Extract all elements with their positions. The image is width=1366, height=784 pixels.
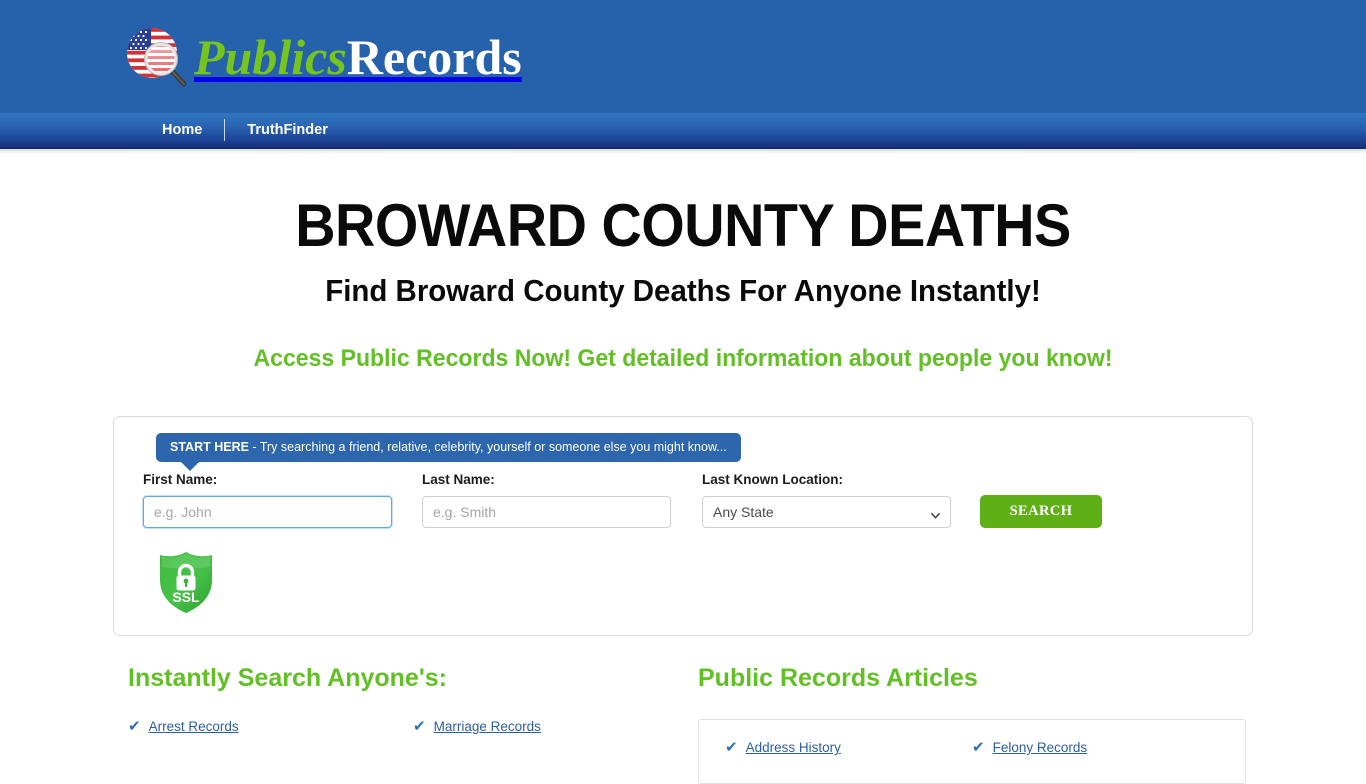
first-name-field-group: First Name:: [143, 472, 392, 528]
hero-section: BROWARD COUNTY DEATHS Find Broward Count…: [0, 154, 1366, 373]
location-select[interactable]: Any State: [702, 496, 951, 528]
tooltip-bold-label: START HERE: [170, 440, 249, 454]
last-name-label: Last Name:: [422, 472, 495, 487]
svg-text:SSL: SSL: [172, 589, 200, 605]
search-form: First Name: Last Name: Last Known Locati…: [143, 472, 1223, 528]
link-felony-records[interactable]: Felony Records: [993, 740, 1088, 755]
public-records-articles-section: Public Records Articles ✔ Address Histor…: [698, 664, 1246, 784]
nav-item-home[interactable]: Home: [140, 120, 224, 140]
us-flag-magnifier-icon: [122, 23, 190, 91]
main-navigation: Home TruthFinder: [0, 113, 1366, 149]
check-icon: ✔: [413, 718, 426, 735]
nav-item-truthfinder[interactable]: TruthFinder: [225, 120, 350, 140]
last-name-input[interactable]: [422, 496, 671, 528]
site-logo-text: PublicsRecords: [194, 32, 522, 82]
list-item[interactable]: ✔ Marriage Records: [413, 719, 698, 734]
page-title: BROWARD COUNTY DEATHS: [295, 192, 1071, 259]
location-field-group: Last Known Location: Any State: [702, 472, 951, 528]
first-name-input[interactable]: [143, 496, 392, 528]
logo-text-publics: Publics: [194, 29, 347, 85]
search-button[interactable]: SEARCH: [980, 495, 1102, 528]
instantly-search-links: ✔ Arrest Records ✔ Marriage Records: [128, 719, 698, 756]
instantly-search-section: Instantly Search Anyone's: ✔ Arrest Reco…: [128, 664, 698, 784]
nav-separator: [224, 119, 226, 141]
page-tagline: Access Public Records Now! Get detailed …: [253, 345, 1113, 373]
tooltip-rest-label: - Try searching a friend, relative, cele…: [248, 440, 727, 454]
first-name-label: First Name:: [143, 472, 218, 487]
location-label: Last Known Location:: [702, 472, 843, 487]
list-item[interactable]: ✔ Felony Records: [972, 740, 1219, 755]
articles-box: ✔ Address History ✔ Felony Records: [698, 719, 1246, 784]
ssl-shield-badge: SSL: [156, 550, 216, 616]
instantly-search-heading: Instantly Search Anyone's:: [128, 664, 447, 692]
articles-heading: Public Records Articles: [698, 664, 978, 692]
check-icon: ✔: [725, 739, 738, 756]
search-panel: START HERE - Try searching a friend, rel…: [113, 416, 1253, 636]
page-subtitle: Find Broward County Deaths For Anyone In…: [325, 273, 1041, 309]
location-select-wrap: Any State: [702, 496, 951, 528]
check-icon: ✔: [972, 739, 985, 756]
list-item[interactable]: ✔ Arrest Records: [128, 719, 413, 734]
start-here-tooltip: START HERE - Try searching a friend, rel…: [156, 433, 741, 471]
check-icon: ✔: [128, 718, 141, 735]
articles-links: ✔ Address History ✔ Felony Records: [725, 740, 1219, 777]
link-marriage-records[interactable]: Marriage Records: [434, 719, 541, 734]
site-logo[interactable]: PublicsRecords: [122, 18, 522, 96]
last-name-field-group: Last Name:: [422, 472, 671, 528]
link-arrest-records[interactable]: Arrest Records: [149, 719, 239, 734]
logo-text-records: Records: [346, 29, 522, 85]
site-header: PublicsRecords: [0, 0, 1366, 113]
tooltip-arrow: [180, 461, 200, 471]
list-item[interactable]: ✔ Address History: [725, 740, 972, 755]
link-address-history[interactable]: Address History: [746, 740, 841, 755]
bottom-sections: Instantly Search Anyone's: ✔ Arrest Reco…: [0, 664, 1366, 784]
